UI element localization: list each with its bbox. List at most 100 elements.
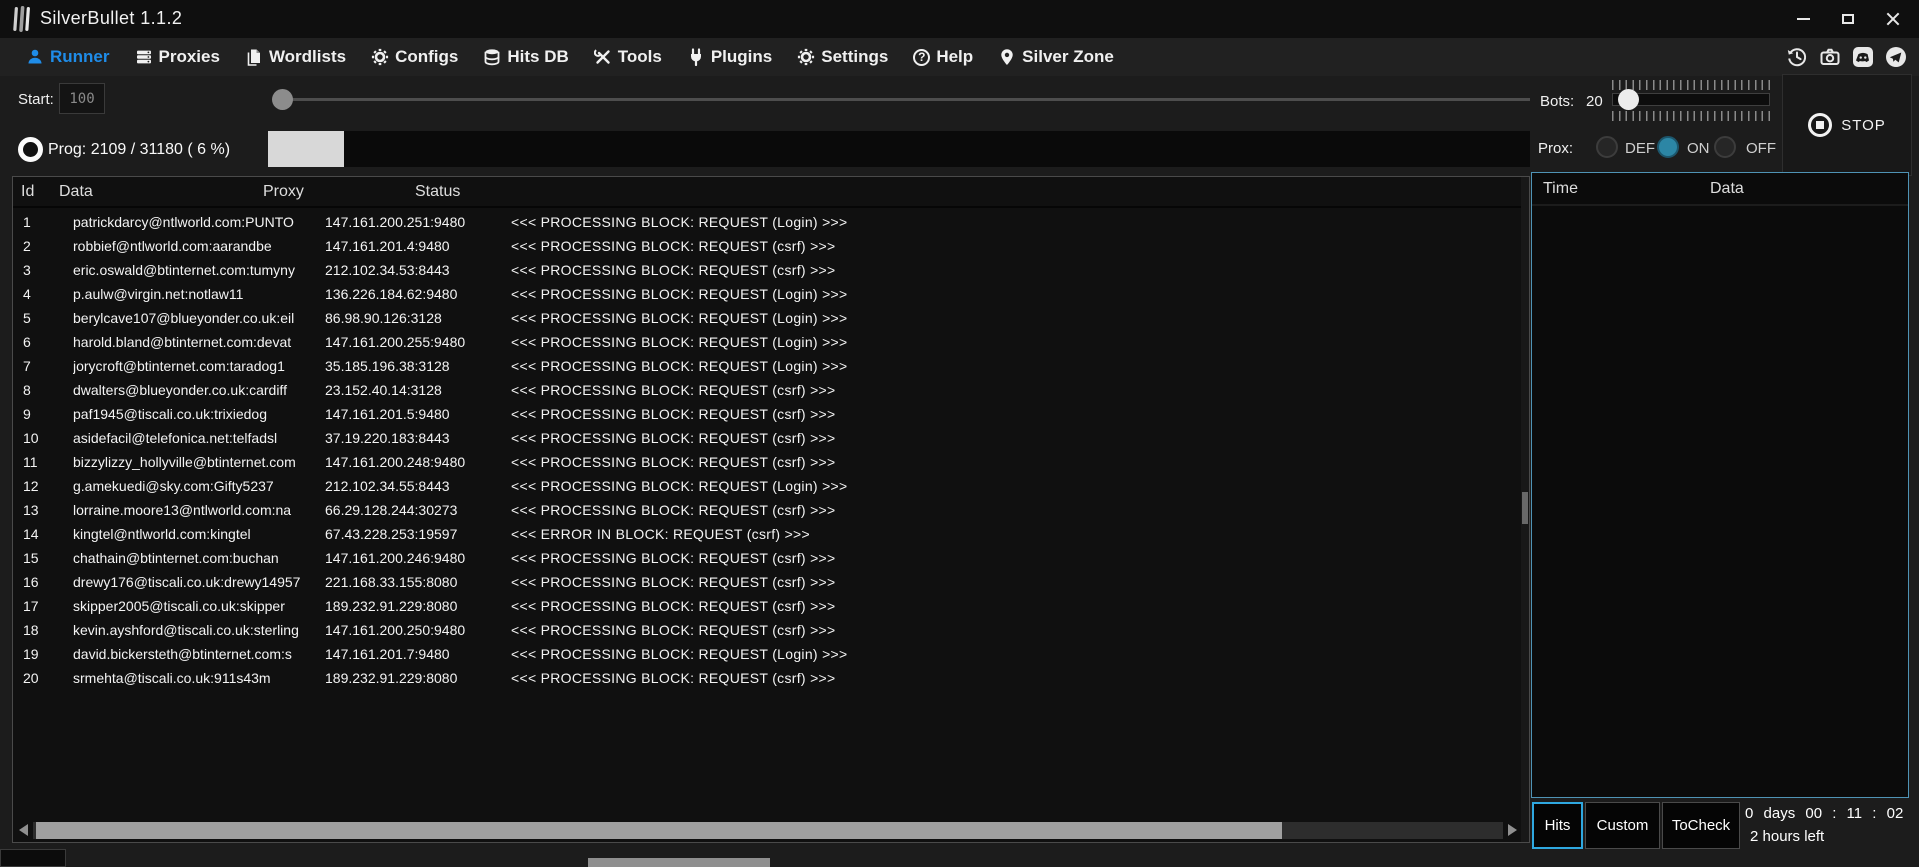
table-row[interactable]: 1 patrickdarcy@ntlworld.com:PUNTO 147.161.… [13, 210, 1529, 234]
column-header-data[interactable]: Data [1710, 180, 1744, 198]
table-row[interactable]: 9 paf1945@tiscali.co.uk:trixiedog 147.161.… [13, 402, 1529, 426]
start-label: Start: [18, 91, 54, 108]
cell-id: 12 [23, 478, 39, 494]
minimize-button[interactable] [1793, 0, 1813, 38]
table-row[interactable]: 5 berylcave107@blueyonder.co.uk:eil 86.98.… [13, 306, 1529, 330]
server-stack-icon [136, 50, 151, 64]
cell-data: jorycroft@btinternet.com:taradog1 [73, 358, 285, 374]
discord-icon[interactable] [1852, 46, 1874, 68]
table-row[interactable]: 15 chathain@btinternet.com:buchan 147.161.… [13, 546, 1529, 570]
history-icon[interactable] [1786, 46, 1808, 68]
bottom-scrollbar-thumb[interactable] [588, 858, 770, 867]
cell-id: 6 [23, 334, 31, 350]
column-header-status[interactable]: Status [415, 183, 460, 201]
table-row[interactable]: 18 kevin.ayshford@tiscali.co.uk:sterling 1… [13, 618, 1529, 642]
vertical-scrollbar-thumb[interactable] [1522, 492, 1528, 524]
column-header-id[interactable]: Id [21, 183, 34, 201]
prox-option-def-label: DEF [1625, 140, 1655, 157]
tab-custom[interactable]: Custom [1585, 802, 1660, 849]
close-icon [1886, 12, 1900, 26]
bots-label: Bots: [1540, 93, 1575, 110]
cell-data: patrickdarcy@ntlworld.com:PUNTO [73, 214, 294, 230]
table-row[interactable]: 6 harold.bland@btinternet.com:devat 147.16… [13, 330, 1529, 354]
table-row[interactable]: 11 bizzylizzy_hollyville@btinternet.com 14… [13, 450, 1529, 474]
table-row[interactable]: 16 drewy176@tiscali.co.uk:drewy14957 221.1… [13, 570, 1529, 594]
table-row[interactable]: 12 g.amekuedi@sky.com:Gifty5237 212.102.34… [13, 474, 1529, 498]
prox-radio-off[interactable] [1714, 136, 1736, 158]
telegram-icon[interactable] [1885, 46, 1907, 68]
bots-slider-thumb[interactable] [1618, 89, 1639, 110]
runner-person-icon [28, 49, 42, 64]
table-row[interactable]: 13 lorraine.moore13@ntlworld.com:na 66.29.… [13, 498, 1529, 522]
cell-status: <<< PROCESSING BLOCK: REQUEST (csrf) >>> [511, 550, 836, 566]
table-row[interactable]: 4 p.aulw@virgin.net:notlaw11 136.226.184.6… [13, 282, 1529, 306]
cell-proxy: 67.43.228.253:19597 [325, 526, 458, 542]
table-row[interactable]: 8 dwalters@blueyonder.co.uk:cardiff 23.152… [13, 378, 1529, 402]
table-row[interactable]: 19 david.bickersteth@btinternet.com:s 147.… [13, 642, 1529, 666]
start-slider-thumb[interactable] [272, 89, 293, 110]
cell-id: 18 [23, 622, 39, 638]
cell-data: eric.oswald@btinternet.com:tumyny [73, 262, 295, 278]
menu-item-plugins[interactable]: Plugins [687, 47, 772, 67]
prox-radio-on[interactable] [1657, 136, 1679, 158]
menu-item-configs[interactable]: Configs [371, 47, 458, 67]
column-header-time[interactable]: Time [1543, 180, 1578, 198]
results-table-header: Id Data Proxy Status [13, 177, 1529, 208]
cell-proxy: 23.152.40.14:3128 [325, 382, 442, 398]
menu-item-hits-db[interactable]: Hits DB [483, 47, 569, 67]
plug-icon [690, 48, 701, 66]
vertical-scrollbar[interactable] [1521, 177, 1529, 842]
scroll-left-arrow[interactable] [19, 824, 28, 836]
cell-status: <<< PROCESSING BLOCK: REQUEST (Login) >>… [511, 214, 848, 230]
horizontal-scrollbar-track[interactable] [33, 821, 1503, 839]
bots-value: 20 [1586, 93, 1603, 110]
table-row[interactable]: 20 srmehta@tiscali.co.uk:911s43m 189.232.9… [13, 666, 1529, 690]
progress-status-icon [18, 137, 43, 162]
table-row[interactable]: 2 robbief@ntlworld.com:aarandbe 147.161.20… [13, 234, 1529, 258]
cell-data: berylcave107@blueyonder.co.uk:eil [73, 310, 295, 326]
horizontal-scrollbar-thumb[interactable] [36, 821, 1282, 839]
scroll-right-arrow[interactable] [1508, 824, 1517, 836]
camera-icon[interactable] [1819, 46, 1841, 68]
tab-tocheck[interactable]: ToCheck [1662, 802, 1740, 849]
cell-data: paf1945@tiscali.co.uk:trixiedog [73, 406, 267, 422]
menu-item-proxies[interactable]: Proxies [135, 47, 220, 67]
prox-option-on-label: ON [1687, 140, 1710, 157]
prox-radio-def[interactable] [1596, 136, 1618, 158]
menu-item-tools[interactable]: Tools [593, 47, 662, 67]
table-row[interactable]: 10 asidefacil@telefonica.net:telfadsl 37.1… [13, 426, 1529, 450]
cell-data: lorraine.moore13@ntlworld.com:na [73, 502, 292, 518]
cell-id: 3 [23, 262, 31, 278]
cell-proxy: 147.161.200.251:9480 [325, 214, 466, 230]
cell-data: harold.bland@btinternet.com:devat [73, 334, 292, 350]
cell-id: 7 [23, 358, 31, 374]
cell-status: <<< PROCESSING BLOCK: REQUEST (Login) >>… [511, 310, 848, 326]
cell-id: 9 [23, 406, 31, 422]
crossed-tools-icon [593, 49, 610, 64]
menu-item-help[interactable]: Help [913, 47, 973, 67]
menu-item-settings[interactable]: Settings [797, 47, 888, 67]
cell-id: 11 [23, 454, 38, 470]
table-row[interactable]: 14 kingtel@ntlworld.com:kingtel 67.43.228.… [13, 522, 1529, 546]
bots-slider[interactable] [1612, 80, 1770, 122]
menu-item-silver-zone[interactable]: Silver Zone [998, 47, 1114, 67]
column-header-proxy[interactable]: Proxy [263, 183, 304, 201]
start-input[interactable] [59, 83, 105, 114]
menu-item-runner[interactable]: Runner [26, 47, 110, 67]
start-slider-track[interactable] [278, 98, 1530, 101]
menu-item-wordlists[interactable]: Wordlists [245, 47, 346, 67]
table-row[interactable]: 7 jorycroft@btinternet.com:taradog1 35.185… [13, 354, 1529, 378]
hits-panel-header: Time Data [1532, 173, 1908, 206]
table-row[interactable]: 3 eric.oswald@btinternet.com:tumyny 212.10… [13, 258, 1529, 282]
table-row[interactable]: 17 skipper2005@tiscali.co.uk:skipper 189.2… [13, 594, 1529, 618]
close-button[interactable] [1883, 0, 1903, 38]
maximize-button[interactable] [1838, 0, 1858, 38]
cell-status: <<< ERROR IN BLOCK: REQUEST (csrf) >>> [511, 526, 811, 542]
tab-hits[interactable]: Hits [1532, 802, 1583, 849]
cell-data: robbief@ntlworld.com:aarandbe [73, 238, 272, 254]
cell-proxy: 147.161.200.250:9480 [325, 622, 466, 638]
cell-data: p.aulw@virgin.net:notlaw11 [73, 286, 244, 302]
cell-proxy: 35.185.196.38:3128 [325, 358, 450, 374]
stop-button[interactable]: STOP [1782, 74, 1912, 176]
column-header-data[interactable]: Data [59, 183, 93, 201]
